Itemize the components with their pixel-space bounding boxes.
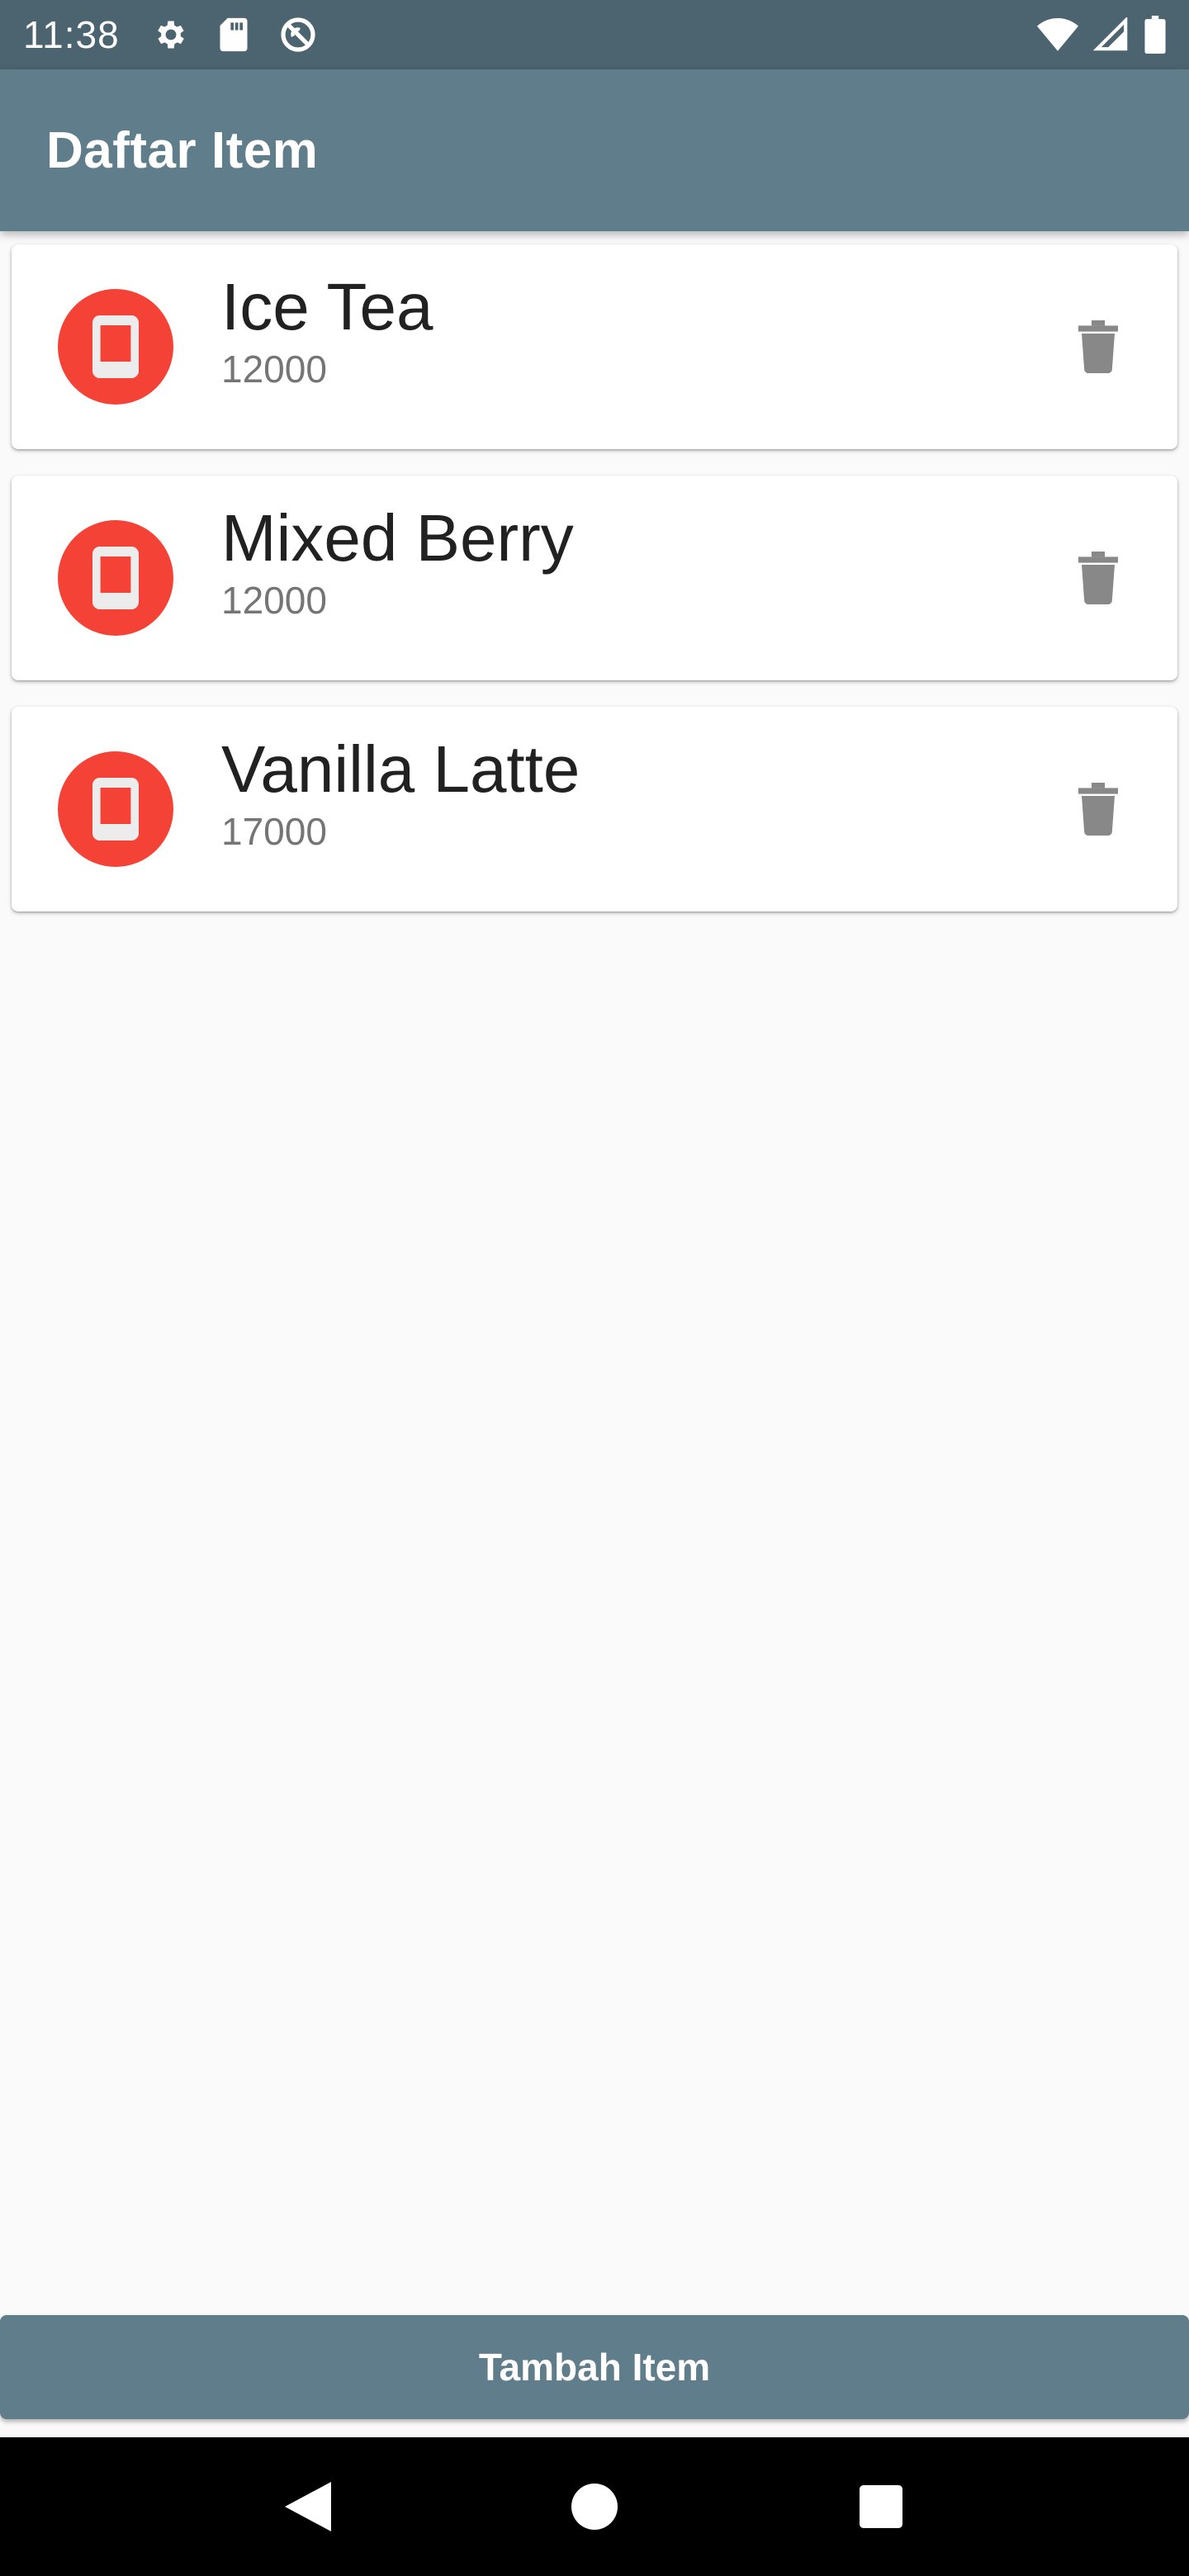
item-name: Mixed Berry (221, 501, 574, 575)
item-price: 12000 (221, 579, 327, 622)
item-text: Ice Tea 12000 (221, 271, 433, 391)
item-name: Ice Tea (221, 270, 433, 343)
item-list: Ice Tea 12000 Mixed Berry 12000 Vanilla … (12, 244, 1177, 938)
list-item[interactable]: Vanilla Latte 17000 (12, 707, 1177, 912)
phone-icon (58, 289, 173, 405)
navigation-bar (0, 2437, 1189, 2576)
status-right-icons (1037, 16, 1166, 54)
phone-icon (58, 751, 173, 867)
do-not-disturb-icon (278, 15, 318, 54)
app-bar: Daftar Item (0, 69, 1189, 231)
item-text: Mixed Berry 12000 (221, 502, 574, 622)
battery-icon (1144, 16, 1166, 54)
screen: 11:38 Daftar Item Ice Tea 12000 Mixed Be… (0, 0, 1189, 2576)
phone-icon (58, 520, 173, 636)
add-item-button[interactable]: Tambah Item (0, 2315, 1189, 2419)
item-text: Vanilla Latte 17000 (221, 733, 580, 853)
recents-icon[interactable] (844, 2469, 918, 2544)
trash-icon[interactable] (1065, 545, 1131, 611)
home-icon[interactable] (557, 2469, 632, 2544)
item-price: 17000 (221, 810, 327, 853)
status-time: 11:38 (23, 13, 120, 56)
list-item[interactable]: Mixed Berry 12000 (12, 476, 1177, 680)
back-icon[interactable] (271, 2469, 345, 2544)
list-item[interactable]: Ice Tea 12000 (12, 244, 1177, 449)
trash-icon[interactable] (1065, 314, 1131, 380)
gear-icon (153, 17, 189, 53)
item-price: 12000 (221, 348, 327, 391)
sd-card-icon (217, 17, 250, 53)
page-title: Daftar Item (46, 121, 319, 179)
item-name: Vanilla Latte (221, 732, 580, 806)
wifi-icon (1037, 18, 1078, 51)
status-bar: 11:38 (0, 0, 1189, 69)
trash-icon[interactable] (1065, 776, 1131, 842)
status-left-icons (153, 15, 318, 54)
cell-signal-icon (1093, 17, 1130, 52)
